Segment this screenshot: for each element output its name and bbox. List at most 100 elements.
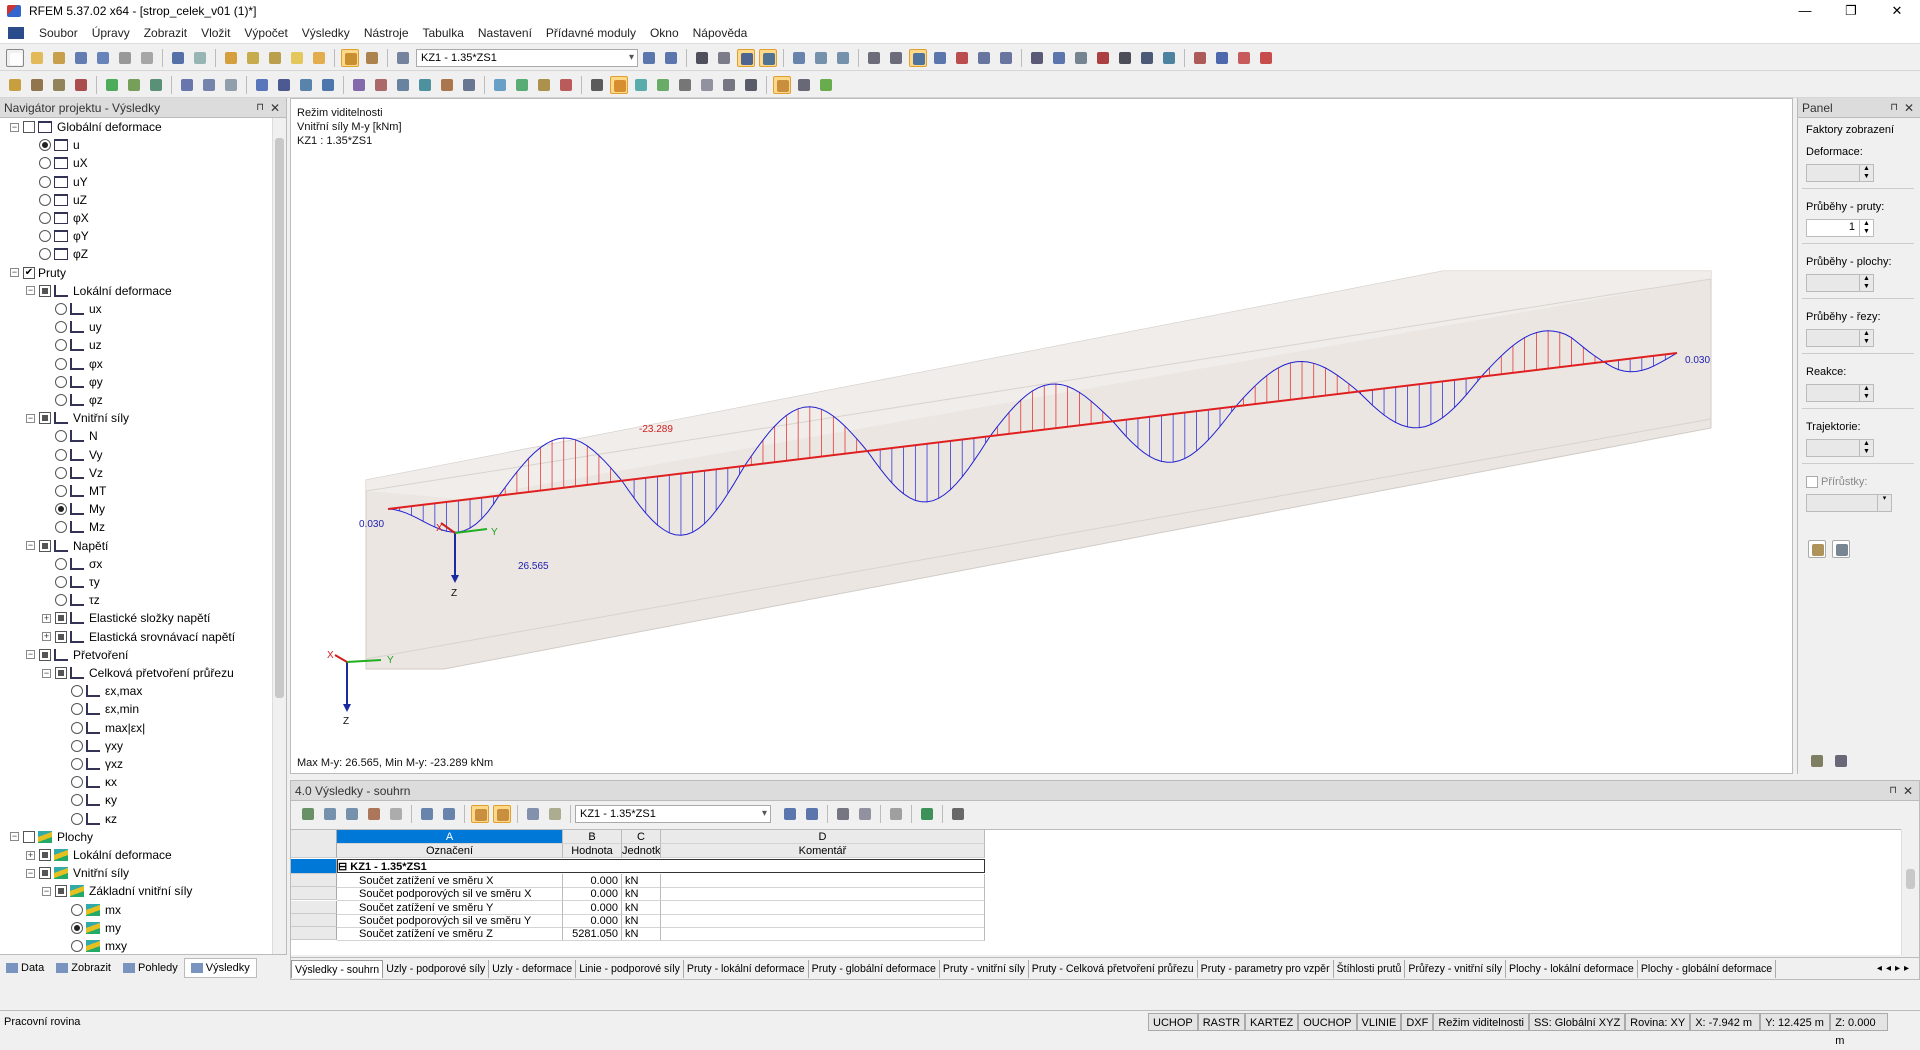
status-toggle-rastr[interactable]: RASTR — [1197, 1012, 1246, 1031]
model-scene[interactable]: X Y Z -23.289 26.565 0.030 0.030 X Y Z — [291, 99, 1792, 773]
row-header[interactable] — [291, 927, 337, 941]
tree-node[interactable]: Vz — [42, 464, 103, 482]
excel-export-icon[interactable] — [918, 805, 936, 823]
status-toggle-kartez[interactable]: KARTEZ — [1245, 1012, 1299, 1031]
zoom-icon[interactable] — [372, 76, 390, 94]
tree-node[interactable]: κx — [58, 773, 117, 791]
tree-expander-icon[interactable]: − — [10, 268, 19, 278]
open-file-icon[interactable] — [28, 49, 46, 67]
group-row[interactable]: ⊟ KZ1 - 1.35*ZS1 — [337, 859, 985, 873]
tree-radio[interactable] — [55, 394, 67, 406]
results-view-icon[interactable] — [834, 805, 852, 823]
tree-radio[interactable] — [55, 357, 67, 370]
settings-icon[interactable] — [720, 76, 738, 94]
clip-icon[interactable] — [1257, 49, 1275, 67]
tree-checkbox[interactable]: ✔ — [23, 266, 35, 279]
deformation-factor-input[interactable]: ▲ ▼ — [1806, 164, 1874, 182]
new-file-icon[interactable] — [6, 48, 24, 67]
navigator-tab-2[interactable]: Pohledy — [117, 958, 184, 978]
tree-expander-icon[interactable]: − — [26, 650, 35, 660]
results-print-icon[interactable] — [887, 805, 905, 823]
tree-expander-icon[interactable]: + — [26, 850, 35, 860]
section-diagram-factor-input[interactable]: ▲ ▼ — [1806, 329, 1874, 347]
tree-radio[interactable] — [55, 485, 67, 497]
export-icon[interactable] — [1191, 49, 1209, 67]
tree-radio[interactable] — [55, 576, 67, 588]
tree-node[interactable]: − Vnitřní síly — [26, 864, 129, 882]
tree-node[interactable]: − Základní vnitřní síly — [42, 882, 192, 900]
tab-scroll-icon[interactable]: ◂◂▸▸ — [1877, 963, 1919, 974]
results-combination-select[interactable]: KZ1 - 1.35*ZS1 — [575, 805, 771, 823]
maximize-button[interactable]: ❐ — [1828, 0, 1874, 22]
tree-expander-icon[interactable]: + — [42, 613, 51, 623]
tree-radio[interactable] — [55, 430, 67, 443]
delete-icon[interactable] — [1094, 49, 1112, 67]
menu-item-9[interactable]: Přídavné moduly — [539, 26, 643, 40]
tree-checkbox[interactable] — [39, 284, 51, 297]
results-tool-5-icon[interactable] — [387, 805, 405, 823]
navigator-tab-0[interactable]: Data — [0, 958, 50, 978]
tree-radio[interactable] — [71, 721, 83, 734]
tree-radio[interactable] — [71, 794, 83, 807]
reactions-factor-input[interactable]: ▲ ▼ — [1806, 384, 1874, 402]
tree-checkbox[interactable] — [39, 412, 51, 425]
copy-panel-icon[interactable] — [1832, 540, 1850, 558]
tree-checkbox[interactable] — [55, 612, 67, 625]
tree-expander-icon[interactable]: − — [10, 832, 19, 842]
tree-checkbox[interactable] — [55, 667, 67, 679]
tree-radio[interactable] — [71, 685, 83, 698]
results-next-icon[interactable] — [803, 805, 821, 823]
tree-node[interactable]: − Napětí — [26, 537, 108, 555]
show-results-icon[interactable] — [693, 49, 711, 67]
tree-node[interactable]: φx — [42, 355, 103, 373]
tree-node[interactable]: Vy — [42, 446, 103, 464]
tree-node[interactable]: − Lokální deformace — [26, 282, 172, 300]
load-combination-select[interactable]: KZ1 - 1.35*ZS1 — [416, 48, 638, 67]
tree-node[interactable]: εx,min — [58, 700, 139, 718]
navigator-close-icon[interactable]: ✕ — [270, 98, 280, 118]
tree-node[interactable]: κy — [58, 791, 117, 809]
member-diagram-icon[interactable] — [610, 75, 628, 94]
tree-radio[interactable] — [39, 230, 51, 243]
results-tool-7-icon[interactable] — [440, 805, 458, 823]
results-table-settings-icon[interactable] — [949, 805, 967, 823]
previous-icon[interactable] — [640, 49, 658, 67]
view-1-icon[interactable] — [790, 49, 808, 67]
smooth-icon[interactable] — [535, 76, 553, 94]
row-header[interactable] — [291, 874, 337, 887]
print-icon[interactable] — [116, 49, 134, 67]
surface-diagram-factor-input[interactable]: ▲ ▼ — [1806, 274, 1874, 292]
node-icon[interactable] — [6, 76, 24, 94]
zoom-window-icon[interactable] — [394, 76, 412, 94]
tree-node[interactable]: γxz — [58, 755, 123, 773]
tree-node[interactable]: uy — [42, 318, 102, 336]
solid-diagram-icon[interactable] — [654, 76, 672, 94]
results-tab-1[interactable]: Uzly - podporové síly — [383, 959, 490, 978]
import-icon[interactable] — [1213, 49, 1231, 67]
release-icon[interactable] — [200, 76, 218, 94]
results-tab-2[interactable]: Uzly - deformace — [489, 959, 577, 978]
panel-toggle-icon[interactable] — [773, 75, 791, 94]
edit-panel-icon[interactable] — [1808, 540, 1826, 558]
tree-node[interactable]: τy — [42, 573, 100, 591]
member-draw-icon[interactable] — [50, 76, 68, 94]
menu-item-3[interactable]: Vložit — [194, 26, 237, 40]
close-button[interactable]: ✕ — [1874, 0, 1920, 22]
tree-radio[interactable] — [55, 375, 67, 388]
results-tab-10[interactable]: Průřezy - vnitřní síly — [1405, 959, 1506, 978]
results-pin-icon[interactable]: ⊓ — [1889, 781, 1897, 801]
tree-radio[interactable] — [71, 812, 83, 825]
tree-node[interactable]: Mz — [42, 518, 105, 536]
row-header[interactable] — [291, 859, 337, 874]
table-icon[interactable] — [363, 49, 381, 67]
tree-radio[interactable] — [55, 594, 67, 607]
surface-icon[interactable] — [997, 49, 1015, 67]
panel-pin-icon[interactable]: ⊓ — [1890, 98, 1898, 118]
minimize-button[interactable]: — — [1782, 0, 1828, 22]
tree-radio[interactable] — [55, 557, 67, 570]
load-case-icon[interactable] — [394, 49, 412, 67]
navigator-tab-3[interactable]: Výsledky — [183, 957, 257, 978]
isometric-icon[interactable] — [1116, 49, 1134, 67]
tree-radio[interactable] — [39, 157, 51, 170]
zoom-all-icon[interactable] — [416, 76, 434, 94]
